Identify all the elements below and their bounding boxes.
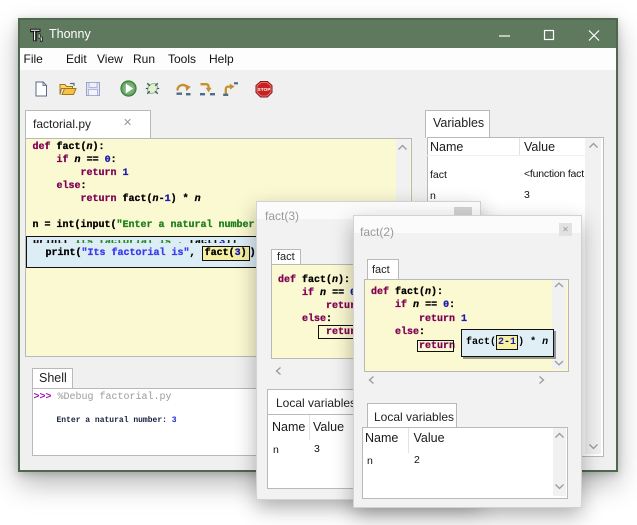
svg-text:STOP: STOP xyxy=(258,87,272,93)
